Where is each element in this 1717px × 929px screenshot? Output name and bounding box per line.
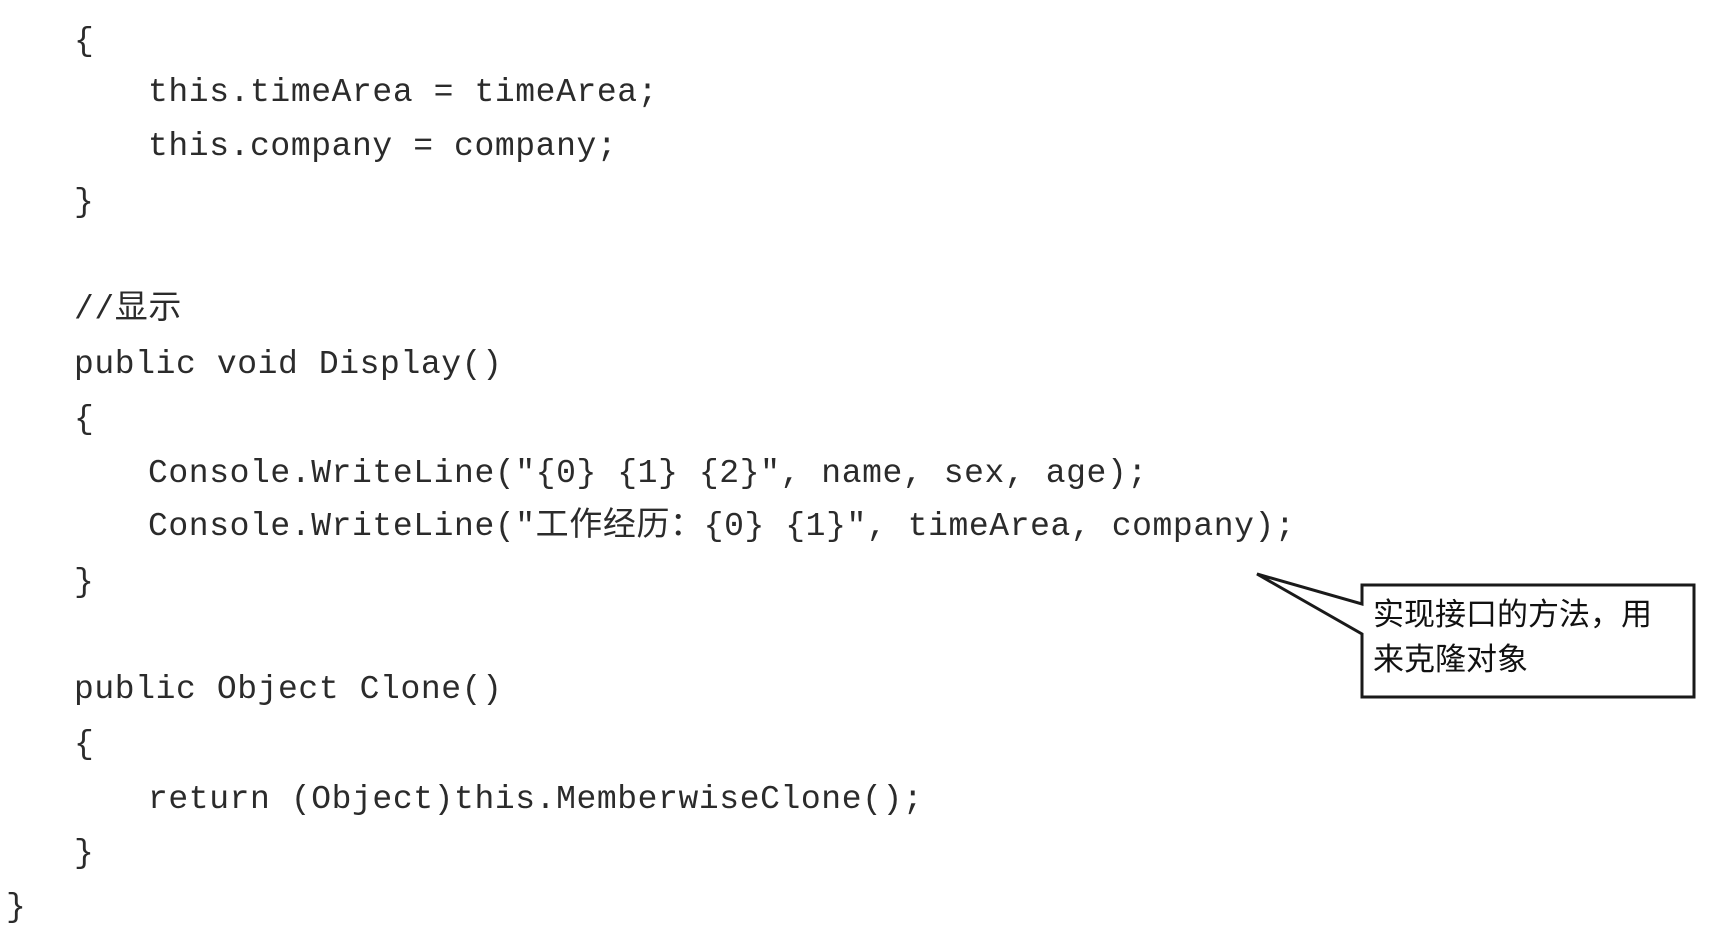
callout-shape xyxy=(1256,572,1696,699)
code-page: { this.timeArea = timeArea; this.company… xyxy=(0,0,1717,929)
callout-text-line-2: 来克隆对象 xyxy=(1373,642,1528,678)
callout-text-line-1: 实现接口的方法，用 xyxy=(1373,597,1652,633)
